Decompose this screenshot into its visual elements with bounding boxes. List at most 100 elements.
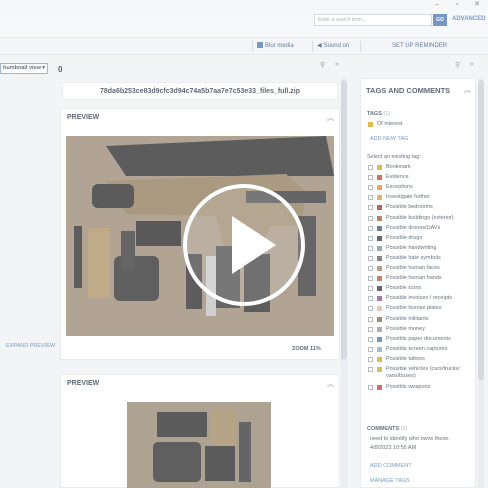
tag-option-label: Possible human hands	[386, 275, 442, 282]
collapse-icon[interactable]: ︽	[327, 379, 334, 389]
setup-reminder-button[interactable]: SET UP REMINDER	[392, 41, 447, 52]
search-go-button[interactable]: GO	[433, 14, 447, 26]
tag-checkbox[interactable]	[368, 336, 373, 342]
collapse-icon[interactable]: ︽	[327, 113, 334, 123]
tag-option-label: Investigate further	[386, 194, 431, 201]
item-count: 0	[58, 65, 63, 74]
tag-color-swatch	[377, 165, 382, 170]
pin-icon[interactable]: ⚲	[455, 61, 460, 69]
preview-image[interactable]	[127, 402, 271, 488]
tag-checkbox[interactable]	[368, 175, 373, 181]
tag-color-swatch	[377, 225, 382, 231]
tag-color-swatch	[377, 185, 382, 191]
maximize-button[interactable]: ▫	[448, 0, 466, 10]
tag-option-label: Possible drugs	[386, 234, 423, 241]
tag-checkbox[interactable]	[368, 245, 373, 251]
tags-label: TAGS	[367, 111, 382, 117]
toolbar-divider	[252, 41, 253, 52]
tag-option-label: Possible license plates	[386, 305, 442, 312]
applied-tag-label: Of interest	[377, 121, 403, 127]
tag-color-swatch	[377, 286, 382, 292]
advanced-search-link[interactable]: ADVANCED	[452, 16, 486, 22]
collapse-icon[interactable]: ︽	[464, 85, 471, 95]
forward-icon[interactable]: »	[470, 61, 474, 68]
toolbar-divider	[312, 41, 313, 52]
tag-checkbox[interactable]	[368, 165, 373, 170]
tag-option-label: Possible bedrooms	[386, 204, 433, 211]
tag-option-label: Possible human faces	[386, 265, 440, 271]
select-existing-label: Select an existing tag:	[367, 154, 421, 160]
toolbar-divider	[360, 41, 361, 52]
tag-color-swatch	[368, 122, 373, 127]
preview-title: PREVIEW	[67, 380, 100, 387]
play-icon[interactable]	[232, 216, 276, 274]
search-input[interactable]: Enter a search term...	[314, 14, 432, 26]
tag-option-label: Possible militants	[386, 315, 429, 322]
weapons-photo	[127, 402, 271, 488]
tag-checkbox[interactable]	[368, 276, 373, 282]
tag-checkbox[interactable]	[368, 326, 373, 332]
tags-comments-title: TAGS AND COMMENTS	[366, 86, 451, 95]
tag-color-swatch	[377, 385, 382, 391]
tag-checkbox[interactable]	[368, 296, 373, 302]
tag-checkbox[interactable]	[368, 367, 373, 372]
sound-toggle[interactable]: ◀ Sound on	[317, 41, 349, 52]
tag-color-swatch	[377, 266, 382, 271]
expand-preview-link[interactable]: EXPAND PREVIEW	[6, 343, 55, 349]
tag-checkbox[interactable]	[368, 266, 373, 271]
tag-checkbox[interactable]	[368, 316, 373, 322]
add-comment-link[interactable]: ADD COMMENT	[370, 463, 412, 469]
tag-color-swatch	[377, 245, 382, 251]
tags-section-label: TAGS (1)	[367, 111, 390, 117]
tag-option-label: Possible vehicles (cars/trucks/ vans/bus…	[386, 366, 460, 379]
tag-option-label: Evidence	[386, 174, 409, 181]
pin-icon[interactable]: ⚲	[320, 61, 325, 69]
tag-option-label: Possible buildings (exterior)	[386, 214, 454, 221]
tag-color-swatch	[377, 175, 382, 181]
tag-checkbox[interactable]	[368, 205, 373, 211]
add-new-tag-link[interactable]: ADD NEW TAG	[370, 136, 408, 142]
tag-color-swatch	[377, 326, 382, 332]
blur-media-toggle[interactable]: Blur media	[257, 41, 294, 52]
tag-color-swatch	[377, 195, 382, 201]
manage-tags-link[interactable]: MANAGE TAGS	[370, 478, 410, 484]
tag-color-swatch	[377, 205, 382, 211]
view-mode-select[interactable]: humbnail view ▾	[0, 63, 48, 74]
comments-section-label: COMMENTS (1)	[367, 426, 407, 432]
tag-checkbox[interactable]	[368, 346, 373, 352]
file-name: 78da6b253ce83d9cfc3d94c74a5b7aa7e7c53e33…	[62, 82, 338, 100]
tag-option-label: Possible invoices / receipts	[386, 295, 453, 302]
tag-checkbox[interactable]	[368, 255, 373, 261]
tag-checkbox[interactable]	[368, 306, 373, 312]
tag-option-label: Bookmark	[386, 164, 411, 170]
chevron-down-icon: ▾	[42, 65, 45, 71]
tag-color-swatch	[377, 255, 382, 261]
preview-scrollbar-thumb[interactable]	[341, 80, 347, 360]
tag-checkbox[interactable]	[368, 286, 373, 292]
tag-color-swatch	[377, 346, 382, 352]
sound-icon: ◀	[317, 43, 322, 49]
tag-checkbox[interactable]	[368, 215, 373, 221]
sound-label: Sound on	[323, 43, 350, 49]
view-mode-value: humbnail view	[3, 65, 41, 71]
tag-option-label: Possible tattoos	[386, 355, 425, 362]
comments-count: (1)	[400, 426, 408, 432]
tag-color-swatch	[377, 306, 382, 312]
tag-checkbox[interactable]	[368, 356, 373, 362]
close-button[interactable]: ✕	[468, 0, 486, 10]
tag-checkbox[interactable]	[368, 385, 373, 391]
blur-icon	[257, 42, 263, 48]
tag-option-label: Possible handwriting	[386, 244, 437, 251]
tag-option-label: Possible hate symbols	[386, 254, 441, 261]
tag-checkbox[interactable]	[368, 195, 373, 201]
tag-color-swatch	[377, 367, 382, 372]
tags-scrollbar-thumb[interactable]	[478, 80, 484, 380]
tag-option-label: Possible drones/UAVs	[386, 224, 441, 231]
tag-color-swatch	[377, 215, 382, 221]
tag-checkbox[interactable]	[368, 235, 373, 241]
tag-option-label: Possible paper documents	[386, 335, 451, 342]
tag-checkbox[interactable]	[368, 185, 373, 191]
minimize-button[interactable]: –	[428, 0, 446, 10]
tag-checkbox[interactable]	[368, 225, 373, 231]
forward-icon[interactable]: »	[335, 61, 339, 68]
